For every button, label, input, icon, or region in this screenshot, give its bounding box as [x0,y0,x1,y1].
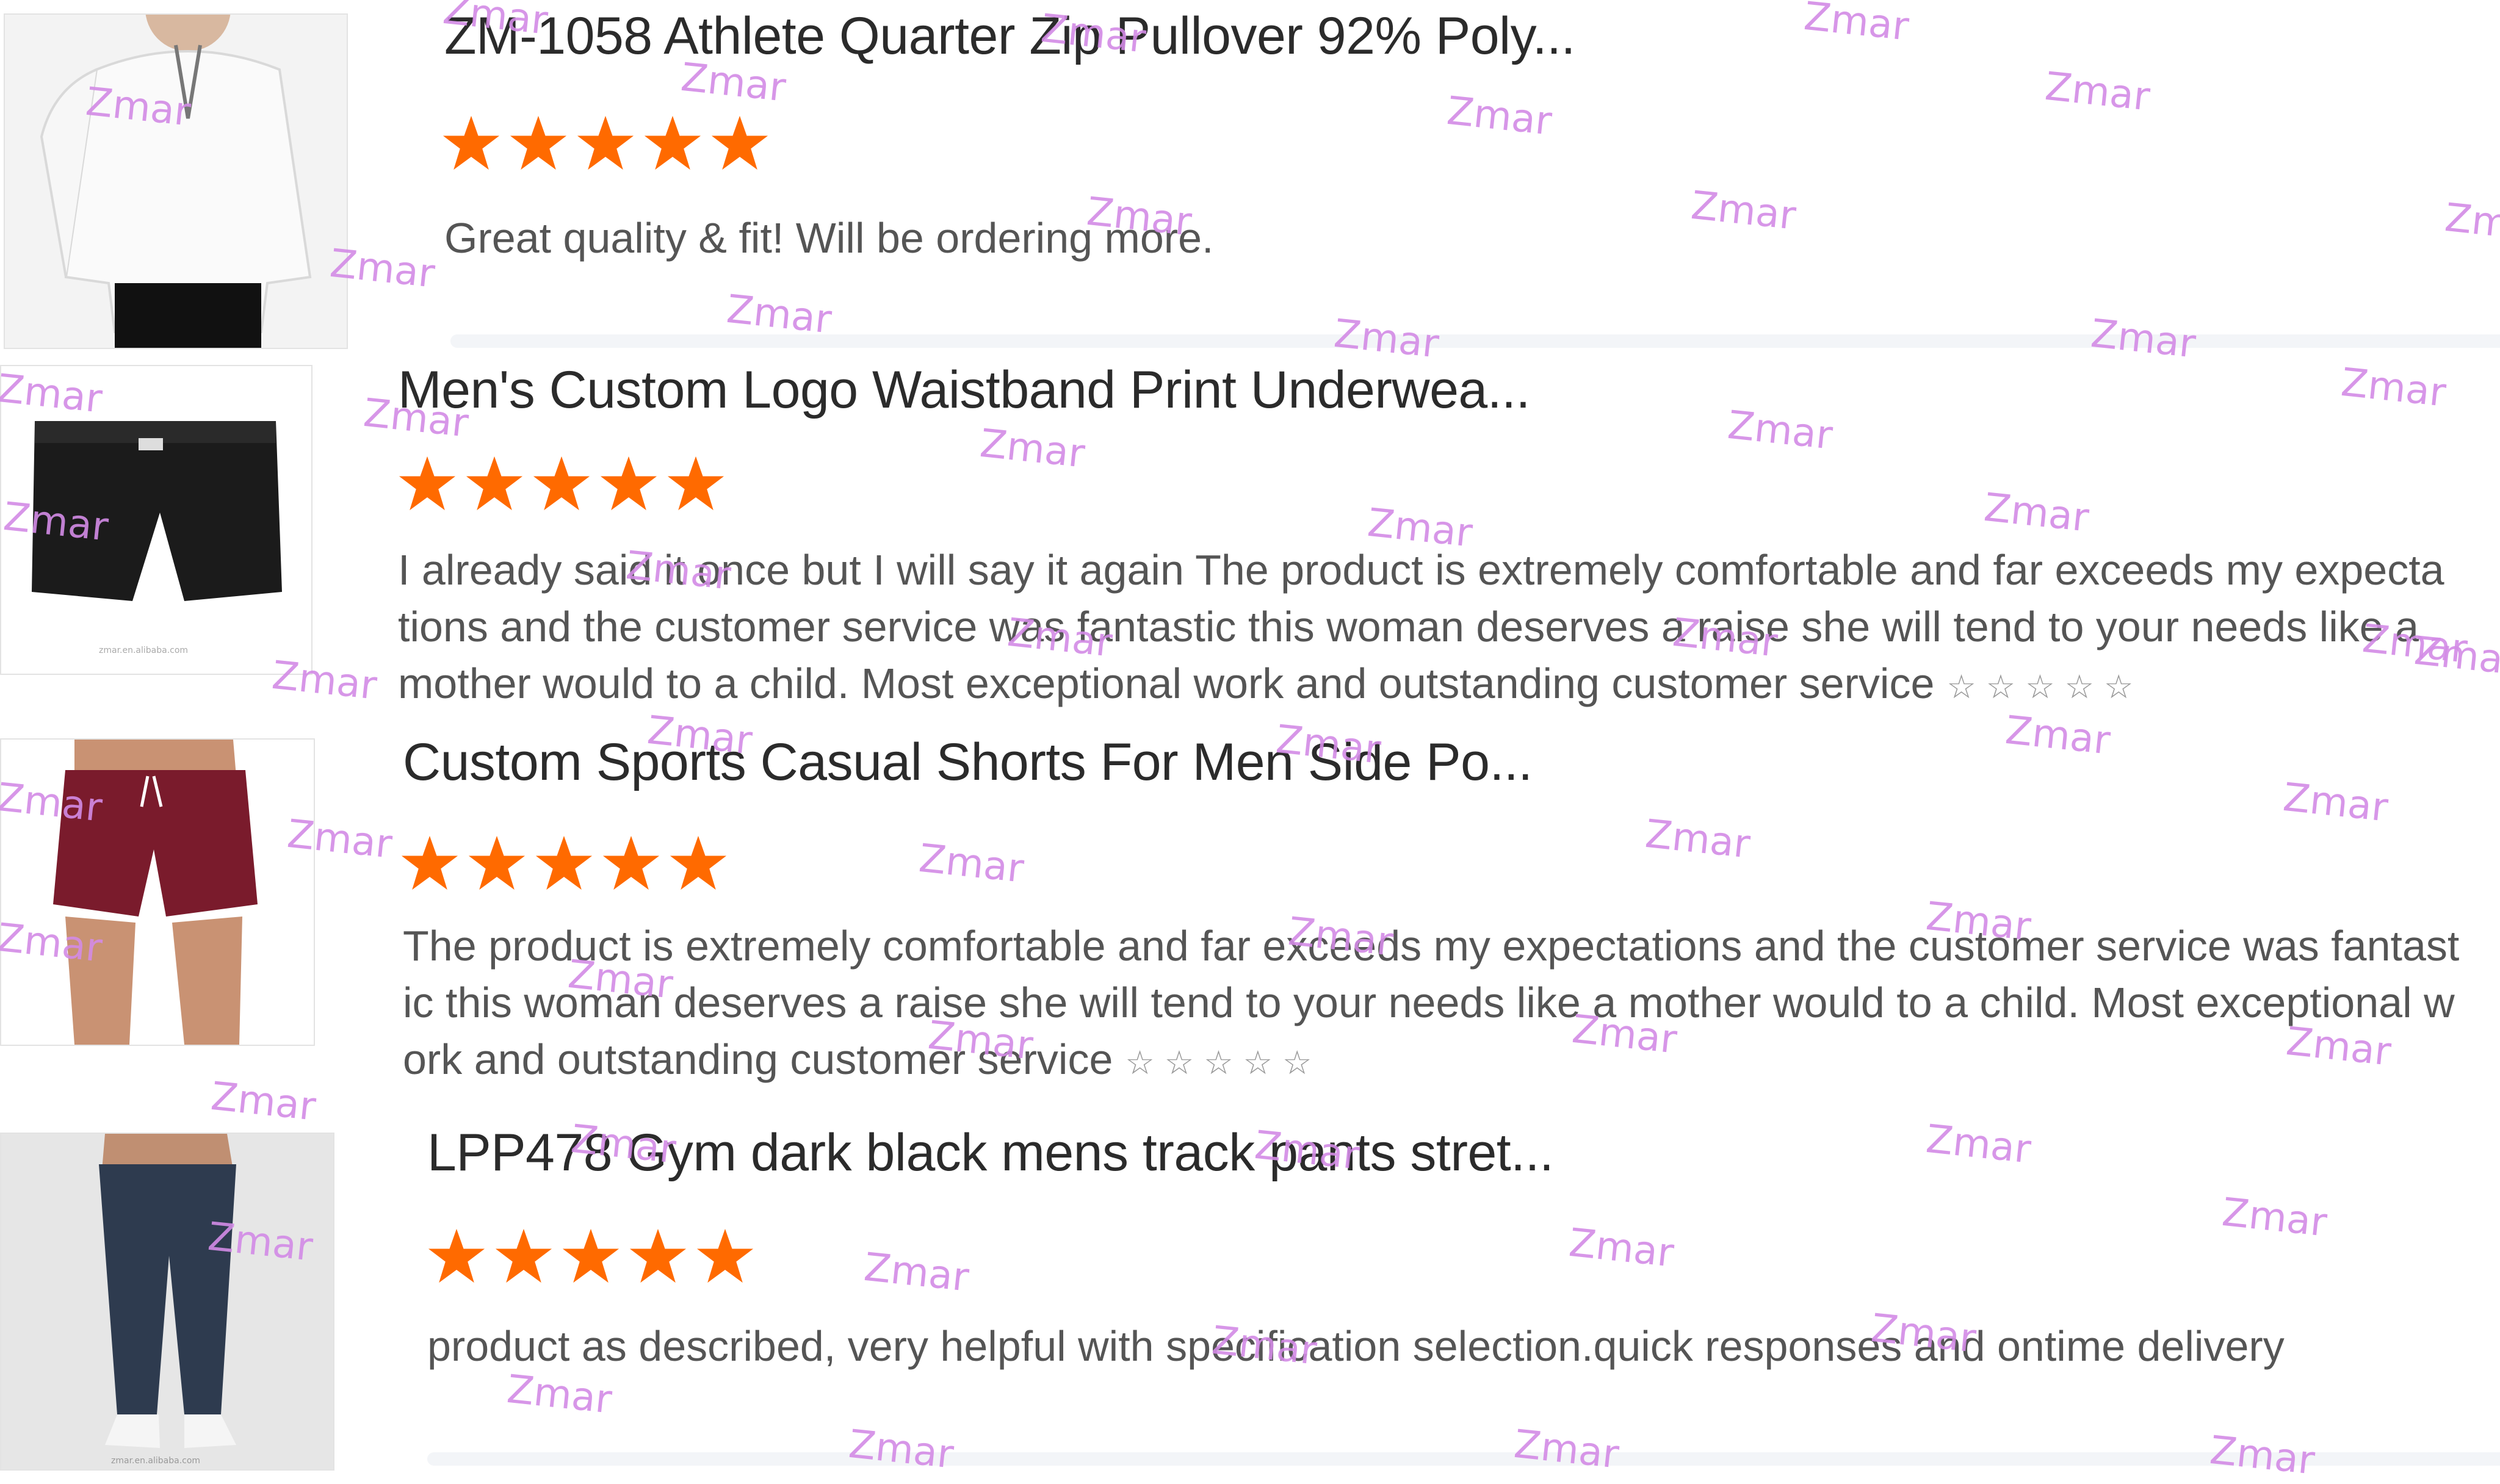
star-icon [667,456,724,511]
star-icon [696,1228,754,1283]
star-icon [600,456,657,511]
star-icon [533,456,590,511]
star-icon [670,835,727,890]
star-icon [428,1228,485,1283]
black-boxer-image: zmar.en.alibaba.com [1,366,311,674]
star-icon [443,115,500,170]
review-text: I already said it once but I will say it… [398,542,2455,716]
navy-track-pants-image: zmar.en.alibaba.com [1,1134,333,1469]
star-rating [427,1226,754,1285]
star-icon [562,1228,620,1283]
star-icon [495,1228,552,1283]
product-title[interactable]: ZM-1058 Athlete Quarter Zip Pullover 92%… [444,6,1575,67]
trailing-star-glyphs: ☆☆☆☆☆ [1125,1045,1322,1081]
product-title[interactable]: Men's Custom Logo Waistband Print Underw… [398,360,1530,420]
star-icon [466,456,523,511]
star-icon [535,835,593,890]
product-thumbnail[interactable]: zmar.en.alibaba.com [0,365,312,675]
product-thumbnail[interactable] [0,738,315,1046]
star-icon [711,115,768,170]
product-thumbnail[interactable] [4,13,348,349]
review-text: product as described, very helpful with … [427,1322,2285,1370]
star-rating [442,113,769,172]
star-icon [468,835,526,890]
review-body: The product is extremely comfortable and… [403,922,2460,1083]
review-card: Custom Sports Casual Shorts For Men Side… [0,720,2500,1098]
review-card: zmar.en.alibaba.com Men's Custom Logo Wa… [0,348,2500,707]
star-icon [629,1228,687,1283]
white-pullover-image [5,15,347,348]
review-card: zmar.en.alibaba.com LPP478 Gym dark blac… [0,1111,2500,1471]
star-icon [602,835,660,890]
divider [427,1452,2500,1466]
maroon-shorts-image [1,740,314,1045]
review-text: Great quality & fit! Will be ordering mo… [444,214,1214,262]
star-rating [398,454,725,513]
product-thumbnail[interactable]: zmar.en.alibaba.com [0,1133,334,1471]
product-title[interactable]: LPP478 Gym dark black mens track pants s… [427,1123,1554,1183]
star-icon [399,456,456,511]
star-icon [510,115,567,170]
review-card: ZM-1058 Athlete Quarter Zip Pullover 92%… [0,0,2500,349]
star-rating [400,834,728,892]
svg-text:zmar.en.alibaba.com: zmar.en.alibaba.com [99,646,188,655]
trailing-star-glyphs: ☆☆☆☆☆ [1946,669,2144,705]
product-title[interactable]: Custom Sports Casual Shorts For Men Side… [403,732,1533,793]
svg-text:zmar.en.alibaba.com: zmar.en.alibaba.com [111,1456,200,1466]
star-icon [401,835,458,890]
review-text: The product is extremely comfortable and… [403,918,2460,1092]
star-icon [577,115,634,170]
divider [450,334,2500,348]
star-icon [644,115,701,170]
